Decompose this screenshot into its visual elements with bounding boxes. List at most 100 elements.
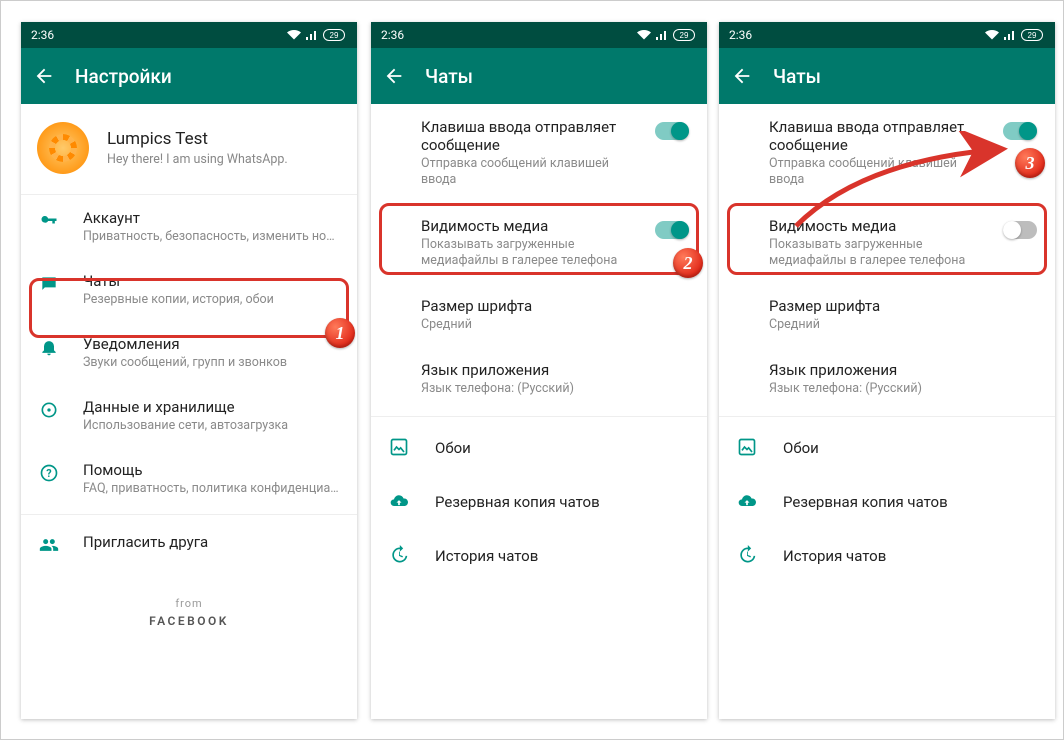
avatar-icon	[37, 122, 89, 174]
row-wallpaper[interactable]: Обои	[371, 421, 707, 475]
row-title: Обои	[783, 439, 819, 457]
back-icon[interactable]	[731, 65, 753, 87]
row-title: Резервная копия чатов	[783, 493, 948, 511]
switch-enter-send[interactable]	[1003, 122, 1037, 140]
battery-icon: 29	[673, 29, 697, 41]
cloud-upload-icon	[737, 491, 759, 513]
switch-media-visibility[interactable]	[655, 221, 689, 239]
divider	[21, 514, 357, 515]
item-sub: Использование сети, автозагрузка	[83, 418, 341, 433]
status-right: 29	[985, 29, 1045, 41]
setting-sub: Отправка сообщений клавишей ввода	[769, 156, 995, 189]
setting-title: Клавиша ввода отправляет сообщение	[769, 118, 995, 154]
setting-title: Размер шрифта	[769, 297, 1037, 315]
row-history[interactable]: История чатов	[719, 529, 1055, 583]
item-title: Помощь	[83, 461, 341, 479]
footer: from FACEBOOK	[21, 597, 357, 628]
row-title: Резервная копия чатов	[435, 493, 600, 511]
footer-brand: FACEBOOK	[21, 614, 357, 628]
app-bar: Настройки	[21, 48, 357, 104]
wifi-icon	[637, 30, 651, 40]
phone-settings: 2:36 29 Настройки Lumpics Test Hey there…	[21, 22, 357, 719]
history-icon	[737, 545, 759, 567]
history-icon	[389, 545, 411, 567]
back-icon[interactable]	[383, 65, 405, 87]
phone-chats-off: 2:36 29 Чаты Клавиша ввода отправляет со…	[719, 22, 1055, 719]
appbar-title: Настройки	[75, 65, 172, 88]
step-badge-3: 3	[1015, 148, 1045, 178]
settings-item-help[interactable]: ? Помощь FAQ, приватность, политика конф…	[21, 447, 357, 510]
signal-icon	[655, 30, 669, 40]
footer-from: from	[21, 597, 357, 610]
settings-item-account[interactable]: Аккаунт Приватность, безопасность, измен…	[21, 195, 357, 258]
settings-item-notifications[interactable]: Уведомления Звуки сообщений, групп и зво…	[21, 321, 357, 384]
settings-item-chats[interactable]: Чаты Резервные копии, история, обои	[21, 258, 357, 321]
setting-sub: Отправка сообщений клавишей ввода	[421, 156, 647, 189]
setting-sub: Средний	[769, 317, 1037, 333]
setting-media-visibility[interactable]: Видимость медиа Показывать загруженные м…	[371, 203, 707, 284]
row-title: История чатов	[783, 547, 886, 565]
profile-status: Hey there! I am using WhatsApp.	[107, 152, 288, 167]
item-title: Чаты	[83, 272, 341, 290]
phone-chats-on: 2:36 29 Чаты Клавиша ввода отправляет со…	[371, 22, 707, 719]
setting-title: Видимость медиа	[421, 217, 647, 235]
divider	[371, 416, 707, 417]
item-sub: FAQ, приватность, политика конфиденциаль…	[83, 481, 341, 496]
setting-font-size[interactable]: Размер шрифта Средний	[371, 283, 707, 347]
status-time: 2:36	[381, 28, 404, 42]
tutorial-composite: 2:36 29 Настройки Lumpics Test Hey there…	[0, 0, 1064, 740]
svg-text:29: 29	[1028, 31, 1037, 40]
battery-icon: 29	[1021, 29, 1045, 41]
appbar-title: Чаты	[425, 65, 473, 88]
wifi-icon	[287, 30, 301, 40]
setting-app-language[interactable]: Язык приложения Язык телефона: (Русский)	[719, 347, 1055, 411]
wallpaper-icon	[389, 437, 411, 459]
svg-text:29: 29	[330, 31, 339, 40]
setting-sub: Показывать загруженные медиафайлы в гале…	[769, 237, 995, 270]
status-right: 29	[637, 29, 697, 41]
settings-item-data[interactable]: Данные и хранилище Использование сети, а…	[21, 384, 357, 447]
svg-text:?: ?	[46, 467, 51, 480]
item-sub: Звуки сообщений, групп и звонков	[83, 355, 341, 370]
key-icon	[37, 209, 61, 233]
item-title: Данные и хранилище	[83, 398, 341, 416]
item-title: Уведомления	[83, 335, 341, 353]
status-bar: 2:36 29	[21, 22, 357, 48]
help-icon: ?	[37, 461, 61, 485]
back-icon[interactable]	[33, 65, 55, 87]
status-bar: 2:36 29	[719, 22, 1055, 48]
signal-icon	[1003, 30, 1017, 40]
wifi-icon	[985, 30, 999, 40]
switch-enter-send[interactable]	[655, 122, 689, 140]
setting-title: Видимость медиа	[769, 217, 995, 235]
bell-icon	[37, 335, 61, 359]
svg-text:29: 29	[680, 31, 689, 40]
setting-sub: Средний	[421, 317, 689, 333]
setting-enter-send[interactable]: Клавиша ввода отправляет сообщение Отпра…	[371, 104, 707, 203]
chat-icon	[37, 272, 61, 296]
status-time: 2:36	[31, 28, 54, 42]
profile-row[interactable]: Lumpics Test Hey there! I am using Whats…	[21, 104, 357, 195]
status-right: 29	[287, 29, 347, 41]
row-title: Обои	[435, 439, 471, 457]
setting-title: Клавиша ввода отправляет сообщение	[421, 118, 647, 154]
signal-icon	[305, 30, 319, 40]
battery-icon: 29	[323, 29, 347, 41]
switch-media-visibility[interactable]	[1003, 221, 1037, 239]
row-backup[interactable]: Резервная копия чатов	[719, 475, 1055, 529]
setting-sub: Показывать загруженные медиафайлы в гале…	[421, 237, 647, 270]
setting-enter-send[interactable]: Клавиша ввода отправляет сообщение Отпра…	[719, 104, 1055, 203]
setting-font-size[interactable]: Размер шрифта Средний	[719, 283, 1055, 347]
setting-app-language[interactable]: Язык приложения Язык телефона: (Русский)	[371, 347, 707, 411]
row-history[interactable]: История чатов	[371, 529, 707, 583]
item-sub: Резервные копии, история, обои	[83, 292, 341, 307]
row-wallpaper[interactable]: Обои	[719, 421, 1055, 475]
settings-item-invite[interactable]: Пригласить друга	[21, 519, 357, 571]
item-title: Аккаунт	[83, 209, 341, 227]
status-time: 2:36	[729, 28, 752, 42]
step-badge-2: 2	[673, 248, 703, 278]
row-backup[interactable]: Резервная копия чатов	[371, 475, 707, 529]
setting-media-visibility[interactable]: Видимость медиа Показывать загруженные м…	[719, 203, 1055, 284]
setting-title: Размер шрифта	[421, 297, 689, 315]
setting-sub: Язык телефона: (Русский)	[769, 381, 1037, 397]
